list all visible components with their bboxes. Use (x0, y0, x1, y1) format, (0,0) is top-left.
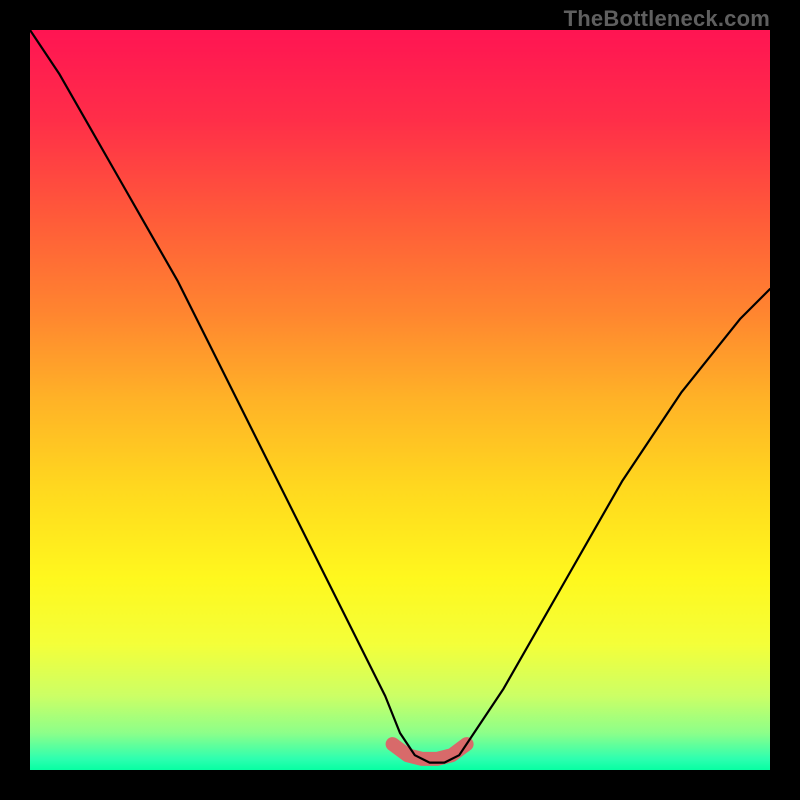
chart-svg (30, 30, 770, 770)
plot-area (30, 30, 770, 770)
chart-frame: TheBottleneck.com (0, 0, 800, 800)
bottleneck-curve (30, 30, 770, 763)
watermark-text: TheBottleneck.com (564, 6, 770, 32)
